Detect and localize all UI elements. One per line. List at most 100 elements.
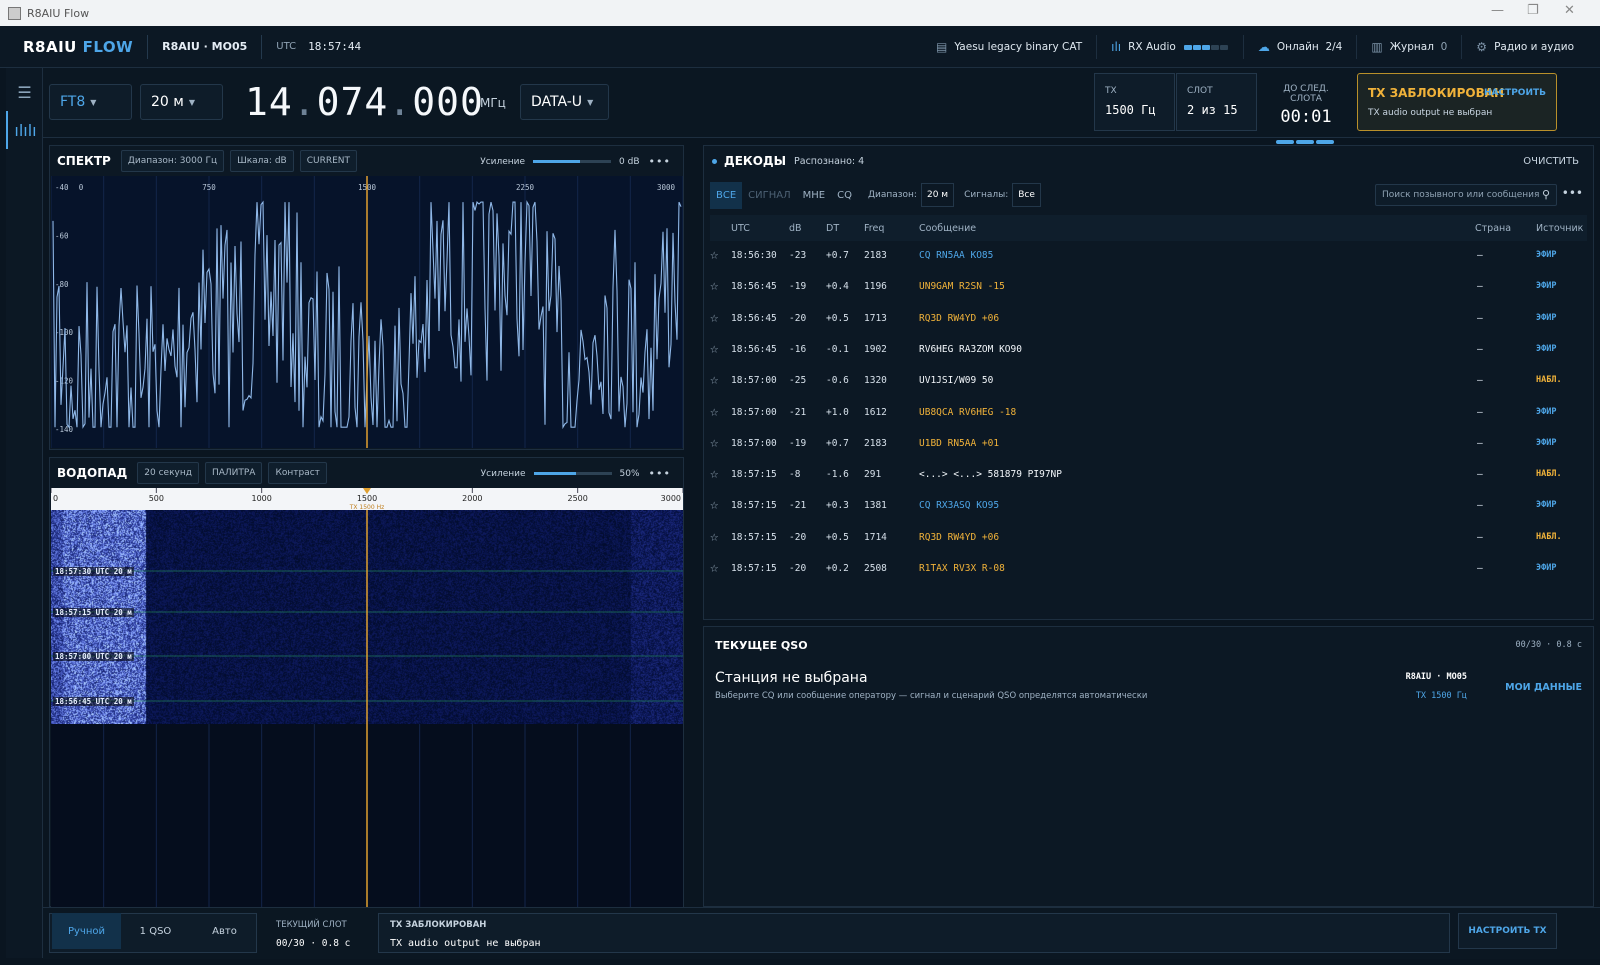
more-icon[interactable]: ••• — [649, 155, 671, 168]
spectrum-gain-slider[interactable] — [533, 160, 612, 163]
waterfall-x-tick: 1000 — [251, 494, 271, 503]
decode-utc: 18:57:15 — [731, 531, 777, 543]
decode-row[interactable]: ☆ 18:57:15 -20 +0.5 1714 RQ3D RW4YD +06 — НАБЛ. — [710, 524, 1587, 555]
minimize-icon[interactable]: — — [1491, 3, 1504, 18]
more-icon[interactable]: ••• — [649, 467, 671, 480]
decode-utc: 18:56:45 — [731, 281, 777, 293]
scale-chip[interactable]: Шкала: dB — [230, 150, 294, 172]
decode-row[interactable]: ☆ 18:56:45 -19 +0.4 1196 UN9GAM R2SN -15 — ЭФИР — [710, 273, 1587, 304]
mode-select[interactable]: FT8 ▼ — [49, 84, 132, 120]
star-icon[interactable]: ☆ — [710, 247, 718, 263]
waterfall-gain-slider[interactable] — [533, 472, 612, 475]
decodes-panel: ДЕКОДЫ Распознано: 4 ОЧИСТИТЬ ВСЕ СИГНАЛ… — [703, 145, 1594, 620]
spectrum-plot[interactable]: 0750150022503000-40-60-80-100-120-140 — [51, 176, 683, 448]
range-chip[interactable]: Диапазон: 3000 Гц — [120, 150, 225, 172]
decode-utc: 18:57:00 — [731, 437, 777, 449]
decode-message[interactable]: UV1JSI/W09 50 — [919, 375, 993, 386]
decode-row[interactable]: ☆ 18:56:45 -20 +0.5 1713 RQ3D RW4YD +06 — ЭФИР — [710, 305, 1587, 336]
spectrum-x-tick: 2250 — [516, 183, 535, 192]
decode-message[interactable]: UB8QCA RV6HEG -18 — [919, 407, 1016, 418]
decode-freq: 2508 — [864, 563, 887, 574]
palette-chip[interactable]: ПАЛИТРА — [204, 462, 263, 484]
frequency-display[interactable]: 14.074.000 — [245, 80, 484, 124]
tab-cq[interactable]: CQ — [831, 182, 858, 209]
decode-country: — — [1477, 437, 1483, 449]
signals-filter[interactable]: Все — [1012, 183, 1041, 207]
decode-message[interactable]: UN9GAM R2SN -15 — [919, 281, 1005, 292]
tx-offset-box[interactable]: TX 1500 Гц — [1094, 73, 1175, 131]
star-icon[interactable]: ☆ — [710, 372, 718, 388]
decode-dt: +0.5 — [826, 531, 849, 543]
decode-row[interactable]: ☆ 18:57:15 -8 -1.6 291 <...> <...> 581879 PI9… — [710, 461, 1587, 492]
current-chip[interactable]: CURRENT — [299, 150, 358, 172]
star-icon[interactable]: ☆ — [710, 404, 718, 420]
decode-message[interactable]: U1BD RN5AA +01 — [919, 438, 999, 449]
tab-signal[interactable]: СИГНАЛ — [742, 182, 796, 209]
star-icon[interactable]: ☆ — [710, 310, 718, 326]
rx-audio-status[interactable]: ılı RX Audio — [1096, 35, 1243, 59]
star-icon[interactable]: ☆ — [710, 278, 718, 294]
decode-message[interactable]: RQ3D RW4YD +06 — [919, 532, 999, 543]
close-icon[interactable]: ✕ — [1564, 3, 1575, 18]
decode-row[interactable]: ☆ 18:56:30 -23 +0.7 2183 CQ RN5AA KO85 — ЭФИР — [710, 242, 1587, 273]
configure-link[interactable]: НАСТРОИТЬ — [1484, 88, 1546, 98]
decode-message[interactable]: RV6HEG RA3ZOM KO90 — [919, 344, 1022, 355]
star-icon[interactable]: ☆ — [710, 560, 718, 576]
star-icon[interactable]: ☆ — [710, 435, 718, 451]
my-data-button[interactable]: МОИ ДАННЫЕ — [1505, 682, 1582, 693]
band-select[interactable]: 20 м ▼ — [140, 84, 223, 120]
mode-one-qso[interactable]: 1 QSO — [121, 913, 190, 949]
decode-message[interactable]: RQ3D RW4YD +06 — [919, 313, 999, 324]
decode-row[interactable]: ☆ 18:57:15 -20 +0.2 2508 R1TAX RV3X R-08 — ЭФИР — [710, 555, 1587, 586]
decode-row[interactable]: ☆ 18:57:00 -21 +1.0 1612 UB8QCA RV6HEG -18 — ЭФ… — [710, 399, 1587, 430]
decode-country: — — [1477, 531, 1483, 543]
qso-panel: ТЕКУЩЕЕ QSO 00/30 · 0.8 с Станция не выб… — [703, 626, 1594, 907]
settings-button[interactable]: ⚙ Радио и аудио — [1461, 35, 1600, 59]
star-icon[interactable]: ☆ — [710, 466, 718, 482]
tab-me[interactable]: МНЕ — [797, 182, 831, 209]
mode-manual[interactable]: Ручной — [52, 913, 121, 949]
decode-row[interactable]: ☆ 18:57:15 -21 +0.3 1381 CQ RX3ASQ KO95 — ЭФИР — [710, 492, 1587, 523]
search-input[interactable]: Поиск позывного или сообщения ⚲ — [1375, 184, 1557, 206]
star-icon[interactable]: ☆ — [710, 529, 718, 545]
waveform-nav-icon[interactable]: ılılı — [6, 111, 43, 149]
chevron-down-icon: ▼ — [90, 97, 97, 107]
decode-db: -21 — [789, 500, 807, 512]
range-filter[interactable]: 20 м — [920, 183, 955, 207]
time-chip[interactable]: 20 секунд — [137, 462, 199, 484]
decode-message[interactable]: CQ RN5AA KO85 — [919, 250, 993, 261]
sideband-select[interactable]: DATA-U ▼ — [520, 84, 609, 120]
star-icon[interactable]: ☆ — [710, 497, 718, 513]
tab-all[interactable]: ВСЕ — [710, 181, 743, 209]
clear-button[interactable]: ОЧИСТИТЬ — [1523, 156, 1579, 167]
decode-country: — — [1477, 250, 1483, 261]
decode-dt: +0.7 — [826, 250, 849, 261]
decode-row[interactable]: ☆ 18:56:45 -16 -0.1 1902 RV6HEG RA3ZOM KO90 — Э… — [710, 336, 1587, 367]
qso-title: ТЕКУЩЕЕ QSO — [715, 639, 808, 652]
utc-label: UTC — [276, 41, 297, 52]
menu-icon[interactable]: ☰ — [6, 73, 43, 111]
waterfall-display[interactable]: 18:57:30 UTC 20 м 18:57:15 UTC 20 м 18:57:… — [51, 510, 683, 908]
star-icon[interactable]: ☆ — [710, 341, 718, 357]
decode-message[interactable]: CQ RX3ASQ KO95 — [919, 500, 999, 511]
decode-row[interactable]: ☆ 18:57:00 -19 +0.7 2183 U1BD RN5AA +01 — ЭФИР — [710, 430, 1587, 461]
waterfall-x-tick: 500 — [149, 494, 164, 503]
online-status[interactable]: ☁ Онлайн 2/4 — [1242, 35, 1357, 59]
log-button[interactable]: ▥ Журнал 0 — [1356, 35, 1461, 59]
decode-country: — — [1477, 375, 1483, 387]
decode-dt: -0.6 — [826, 375, 849, 387]
mode-auto[interactable]: Авто — [190, 913, 259, 949]
spectrum-y-tick: -40 — [55, 183, 69, 192]
contrast-chip[interactable]: Контраст — [268, 462, 327, 484]
cat-status[interactable]: ▤ Yaesu legacy binary CAT — [922, 35, 1096, 59]
decode-db: -19 — [789, 281, 807, 293]
configure-tx-button[interactable]: НАСТРОИТЬ TX — [1458, 913, 1557, 949]
gain-value: 50% — [619, 468, 640, 479]
tx-locked-alert: TX ЗАБЛОКИРОВАН TX audio output не выбра… — [1357, 73, 1557, 131]
decode-message[interactable]: <...> <...> 581879 PI97NP — [919, 469, 1062, 480]
more-icon[interactable]: ••• — [1562, 186, 1583, 200]
decode-message[interactable]: R1TAX RV3X R-08 — [919, 563, 1005, 574]
decode-row[interactable]: ☆ 18:57:00 -25 -0.6 1320 UV1JSI/W09 50 — НАБЛ. — [710, 367, 1587, 398]
restore-icon[interactable]: ❐ — [1527, 3, 1539, 18]
app-icon — [8, 6, 21, 20]
